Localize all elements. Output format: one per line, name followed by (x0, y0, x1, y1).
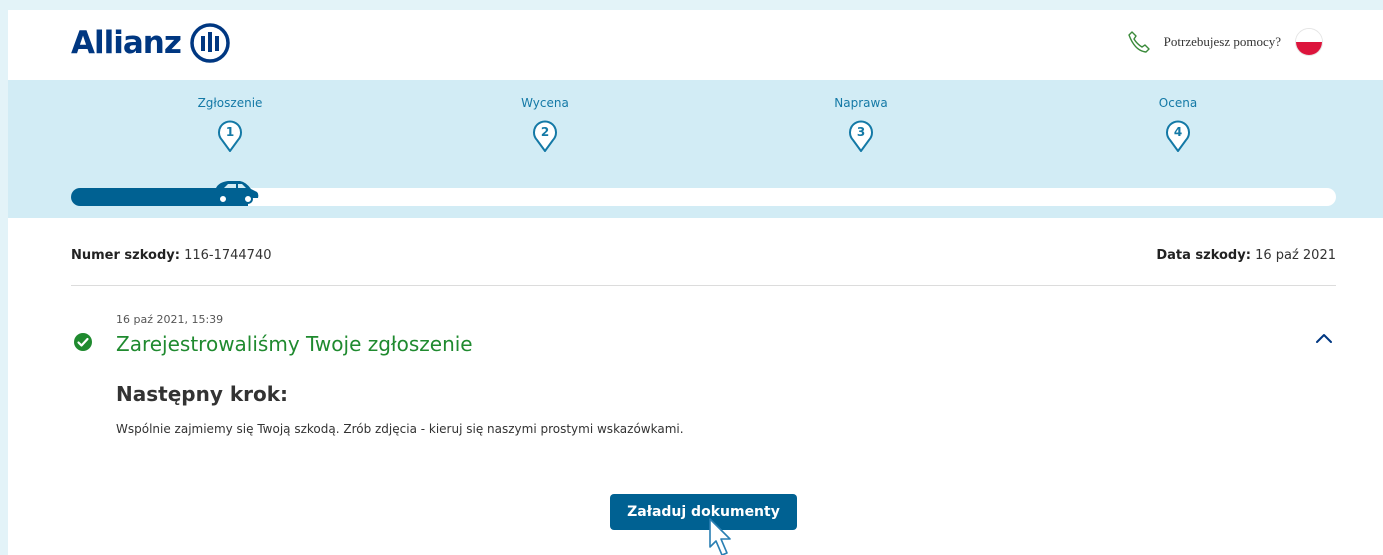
step-label: Ocena (1158, 96, 1198, 110)
hand-cursor-icon (709, 518, 731, 555)
car-icon (213, 181, 259, 204)
step-number: 1 (226, 125, 234, 139)
page: Allianz Potrzebujesz pomocy? Zgłoszenie (8, 10, 1383, 555)
poland-flag-icon[interactable] (1295, 28, 1323, 56)
claim-date: Data szkody: 16 paź 2021 (1156, 248, 1336, 263)
brand-name: Allianz (71, 25, 182, 61)
step-1-pin-icon: 1 (218, 120, 242, 152)
claim-progress: Zgłoszenie 1 Wycena 2 Naprawa 3 Ocena 4 (8, 80, 1383, 218)
step-number: 3 (857, 125, 865, 139)
step-4-pin-icon: 4 (1166, 120, 1190, 152)
next-step-heading: Następny krok: (116, 382, 289, 406)
event-timestamp: 16 paź 2021, 15:39 (116, 313, 224, 326)
step-zgloszenie[interactable]: Zgłoszenie 1 (170, 96, 290, 152)
step-label: Naprawa (834, 96, 888, 110)
check-circle-icon (74, 333, 92, 351)
divider (71, 285, 1336, 286)
header: Allianz Potrzebujesz pomocy? (8, 10, 1383, 80)
help-link[interactable]: Potrzebujesz pomocy? (1164, 34, 1281, 50)
step-2-pin-icon: 2 (533, 120, 557, 152)
claim-date-label: Data szkody: (1156, 248, 1251, 263)
allianz-eagle-icon (190, 23, 230, 63)
step-number: 2 (541, 125, 549, 139)
step-number: 4 (1174, 125, 1182, 139)
step-label: Wycena (521, 96, 569, 110)
progress-track (71, 188, 1336, 206)
help-section: Potrzebujesz pomocy? (1126, 28, 1323, 56)
allianz-logo[interactable]: Allianz (71, 22, 231, 64)
claim-number: Numer szkody: 116-1744740 (71, 248, 272, 263)
chevron-up-icon[interactable] (1313, 328, 1335, 350)
next-step-text: Wspólnie zajmiemy się Twoją szkodą. Zrób… (116, 422, 684, 436)
step-ocena[interactable]: Ocena 4 (1118, 96, 1238, 152)
phone-icon[interactable] (1126, 29, 1152, 55)
step-naprawa[interactable]: Naprawa 3 (801, 96, 921, 152)
step-3-pin-icon: 3 (849, 120, 873, 152)
event-title: Zarejestrowaliśmy Twoje zgłoszenie (116, 332, 473, 356)
claim-date-value: 16 paź 2021 (1255, 248, 1336, 263)
step-wycena[interactable]: Wycena 2 (485, 96, 605, 152)
step-label: Zgłoszenie (197, 96, 263, 110)
claim-number-label: Numer szkody: (71, 248, 180, 263)
claim-number-value: 116-1744740 (184, 248, 272, 263)
